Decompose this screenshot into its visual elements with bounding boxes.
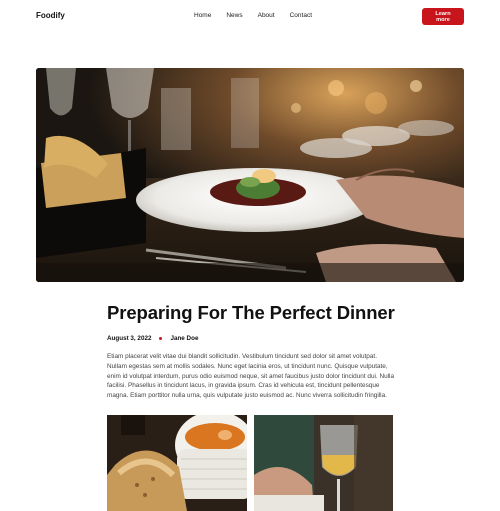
article-meta: August 3, 2022 Jane Doe [107,335,198,342]
soup-bread-illustration [107,415,247,511]
learn-more-button[interactable]: Learn more [422,8,464,25]
hero-dinner-illustration [36,68,464,282]
nav-home[interactable]: Home [194,12,211,19]
nav-contact[interactable]: Contact [290,12,312,19]
main-nav: Home News About Contact [194,12,312,19]
article-title: Preparing For The Perfect Dinner [107,302,395,323]
hero-image [36,68,464,282]
nav-news[interactable]: News [226,12,242,19]
site-logo[interactable]: Foodify [36,11,65,20]
article-author[interactable]: Jane Doe [170,335,198,342]
article-body: Etiam placerat velit vitae dui blandit s… [107,353,395,400]
soup-bread-photo [107,415,247,511]
wine-glass-photo [254,415,393,511]
article-date: August 3, 2022 [107,335,152,342]
site-header: Foodify Home News About Contact Learn mo… [0,0,500,34]
meta-separator-dot [159,337,163,340]
wine-glass-illustration [254,415,393,511]
nav-about[interactable]: About [258,12,275,19]
